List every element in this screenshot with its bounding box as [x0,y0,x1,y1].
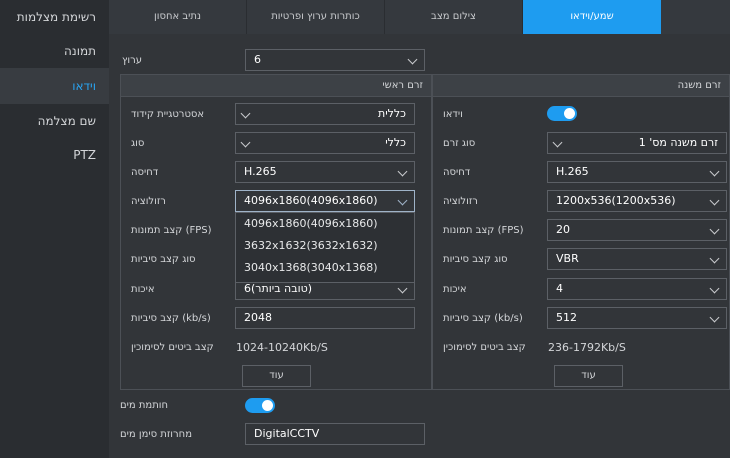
main-bitrate-type-label: סוג קצב סיביות [131,254,196,265]
sub-quality-label: איכות [443,284,467,295]
sub-video-label: וידאו [443,109,463,120]
sidebar: רשימת מצלמות תמונה וידאו שם מצלמה PTZ [0,0,109,458]
main-bitrate-label: קצב סיביות (kb/s) [131,313,211,324]
chevron-down-icon [709,283,720,294]
tab-bar: שמע/וידאו צילום מצב כותרות ערוץ ופרטיות … [109,0,730,34]
watermark-string-input[interactable]: DigitalCCTV [245,423,425,445]
tab-storage-path[interactable]: נתיב אחסון [109,0,247,34]
sub-bitrate-type-select[interactable]: VBR [547,248,727,270]
sub-compression-select[interactable]: H.265 [547,161,727,183]
sub-compression-value: H.265 [556,165,589,178]
sub-bitrate-type-label: סוג קצב סיביות [443,254,508,265]
main-ref-bitrate-label: קצב ביטים לסימוכין [131,342,214,353]
chevron-down-icon [709,253,720,264]
encode-strategy-value: כללית [377,107,406,120]
sub-stream-type-select[interactable]: זרם משנה מס' 1 [547,132,727,154]
sub-resolution-value: 1200x536(1200x536) [556,194,676,207]
sub-stream-type-label: סוג זרם [443,138,476,149]
sidebar-item-image[interactable]: תמונה [0,34,109,68]
main-ref-bitrate-value: 1024-10240Kb/S [236,341,328,354]
chevron-down-icon [397,283,408,294]
main-resolution-value: 4096x1860(4096x1860) [244,194,378,207]
sub-fps-label: קצב תמונות (FPS) [443,225,524,236]
main-compression-select[interactable]: H.265 [235,161,415,183]
toggle-knob [262,400,273,411]
watermark-toggle[interactable] [245,398,275,413]
sub-stream-header: זרם משנה [433,75,729,97]
sub-quality-value: 4 [556,282,563,295]
sub-ref-bitrate-label: קצב ביטים לסימוכין [443,342,526,353]
chevron-down-icon [709,224,720,235]
sub-video-toggle[interactable] [547,106,577,121]
watermark-string-label: מחרוזת סימן מים [120,429,192,440]
sub-quality-select[interactable]: 4 [547,278,727,300]
chevron-down-icon [552,137,563,148]
chevron-down-icon [407,54,418,65]
main-more-button[interactable]: עוד [242,365,311,387]
chevron-down-icon [397,195,408,206]
resolution-dropdown: 4096x1860(4096x1860) 3632x1632(3632x1632… [235,212,415,283]
main-compression-label: דחיסה [131,167,159,178]
sub-fps-value: 20 [556,223,570,236]
sidebar-item-ptz[interactable]: PTZ [0,138,109,172]
tab-overlay-privacy[interactable]: כותרות ערוץ ופרטיות [247,0,385,34]
sub-resolution-select[interactable]: 1200x536(1200x536) [547,190,727,212]
watermark-label: חותמת מים [120,400,169,411]
chevron-down-icon [397,166,408,177]
encode-strategy-select[interactable]: כללית [235,103,415,125]
resolution-option[interactable]: 3632x1632(3632x1632) [236,235,414,257]
chevron-down-icon [709,195,720,206]
sub-resolution-label: רזולוציה [443,196,478,207]
encode-strategy-label: אסטרטגיית קידוד [131,109,205,120]
tab-snapshot[interactable]: צילום מצב [385,0,523,34]
main-type-value: כללי [385,136,406,149]
chevron-down-icon [709,312,720,323]
main-stream-header: זרם ראשי [121,75,431,97]
sub-compression-label: דחיסה [443,167,471,178]
channel-select[interactable]: 6 [245,49,425,71]
resolution-option[interactable]: 3040x1368(3040x1368) [236,257,414,279]
channel-label: ערוץ [122,55,143,66]
chevron-down-icon [709,166,720,177]
main-compression-value: H.265 [244,165,277,178]
chevron-down-icon [240,137,251,148]
sub-more-button[interactable]: עוד [554,365,623,387]
main-quality-value: 6(טובה ביותר) [244,282,313,295]
main-bitrate-input[interactable]: 2048 [235,307,415,329]
main-quality-label: איכות [131,284,155,295]
main-resolution-label: רזולוציה [131,196,166,207]
main-resolution-select[interactable]: 4096x1860(4096x1860) [235,190,415,212]
channel-value: 6 [254,53,261,66]
chevron-down-icon [240,108,251,119]
resolution-option[interactable]: 4096x1860(4096x1860) [236,213,414,235]
sub-stream-type-value: זרם משנה מס' 1 [638,136,718,149]
sidebar-item-camera-name[interactable]: שם מצלמה [0,104,109,138]
sidebar-item-camera-list[interactable]: רשימת מצלמות [0,0,109,34]
main-type-select[interactable]: כללי [235,132,415,154]
sub-ref-bitrate-value: 236-1792Kb/S [548,341,626,354]
main-type-label: סוג [131,138,145,149]
sub-bitrate-type-value: VBR [556,252,579,265]
tab-audio-video[interactable]: שמע/וידאו [523,0,661,34]
sub-bitrate-label: קצב סיביות (kb/s) [443,313,523,324]
sub-bitrate-value: 512 [556,311,577,324]
sub-fps-select[interactable]: 20 [547,219,727,241]
sub-bitrate-select[interactable]: 512 [547,307,727,329]
toggle-knob [564,108,575,119]
sidebar-item-video[interactable]: וידאו [0,68,109,104]
main-fps-label: קצב תמונות (FPS) [131,225,212,236]
